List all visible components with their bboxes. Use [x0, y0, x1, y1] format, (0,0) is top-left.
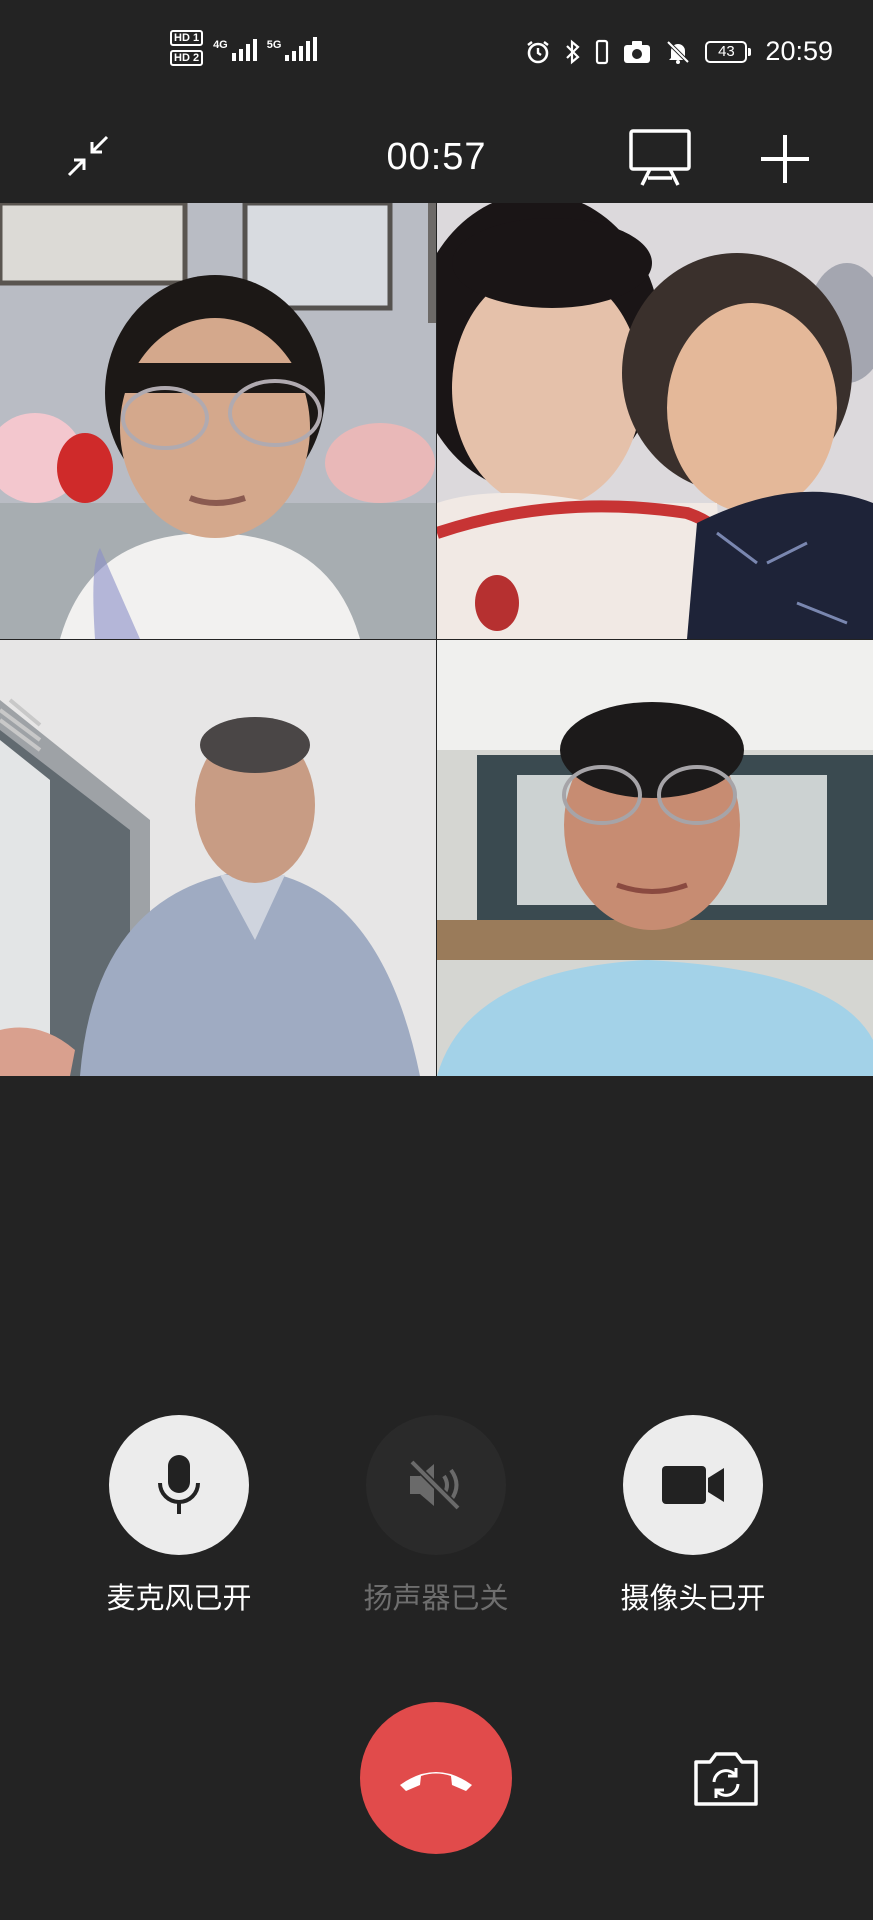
- video-tile-participant-1[interactable]: [0, 203, 436, 639]
- video-grid: [0, 203, 873, 1076]
- hang-up-icon: [400, 1772, 472, 1791]
- hang-up-button[interactable]: [360, 1702, 512, 1854]
- status-icons: 43 20:59: [525, 36, 833, 67]
- speaker-control[interactable]: 扬声器已关: [336, 1415, 536, 1617]
- video-camera-icon: [662, 1466, 724, 1504]
- microphone-icon: [158, 1455, 200, 1514]
- vibrate-icon: [595, 39, 609, 65]
- microphone-control[interactable]: 麦克风已开: [79, 1415, 279, 1617]
- participant-video-4: [437, 640, 873, 1076]
- flip-camera-button[interactable]: [692, 1748, 760, 1808]
- speaker-muted-icon: [409, 1459, 461, 1511]
- signal-strength-sim1: 4G: [213, 35, 257, 61]
- signal-bars-icon: [231, 35, 257, 61]
- microphone-toggle-button[interactable]: [109, 1415, 249, 1555]
- participant-video-3: [0, 640, 436, 1076]
- signal-bars-icon: [285, 35, 318, 61]
- call-header: 00:57: [0, 110, 873, 202]
- video-tile-participant-2[interactable]: [437, 203, 873, 639]
- sim2-label: HD 2: [170, 50, 204, 66]
- status-time: 20:59: [765, 36, 833, 66]
- camera-status-label: 摄像头已开: [620, 1583, 766, 1615]
- camera-toggle-button[interactable]: [623, 1415, 763, 1555]
- screen-share-button[interactable]: [628, 128, 692, 188]
- network-type-2: 5G: [266, 39, 282, 51]
- call-duration: 00:57: [386, 136, 487, 178]
- participant-video-2: [437, 203, 873, 639]
- add-participant-button[interactable]: [758, 132, 812, 186]
- speaker-status-label: 扬声器已关: [363, 1583, 509, 1615]
- signal-strength-sim2: 5G: [267, 35, 318, 61]
- bluetooth-icon: [565, 39, 581, 65]
- sim1-label: HD 1: [170, 30, 204, 46]
- network-type-1: 4G: [213, 39, 228, 51]
- camera-status-icon: [623, 40, 651, 64]
- video-tile-participant-4[interactable]: [437, 640, 873, 1076]
- signal-indicators: HD 1 HD 2 4G 5G: [170, 30, 318, 66]
- battery-icon: 43: [705, 40, 752, 63]
- flip-camera-icon: [694, 1752, 758, 1806]
- video-tile-participant-3[interactable]: [0, 640, 436, 1076]
- mute-notifications-icon: [665, 39, 691, 65]
- screen-share-icon: [629, 129, 691, 186]
- sim-badges: HD 1 HD 2: [170, 30, 204, 66]
- microphone-status-label: 麦克风已开: [106, 1583, 252, 1615]
- participant-video-1: [0, 203, 436, 639]
- sim2-badge: HD 2: [170, 50, 204, 66]
- status-bar: HD 1 HD 2 4G 5G 43 20:59: [0, 0, 873, 110]
- sim1-badge: HD 1: [170, 30, 204, 46]
- alarm-icon: [525, 39, 551, 65]
- add-participant-icon: [761, 135, 809, 183]
- camera-control[interactable]: 摄像头已开: [593, 1415, 793, 1617]
- speaker-toggle-button[interactable]: [366, 1415, 506, 1555]
